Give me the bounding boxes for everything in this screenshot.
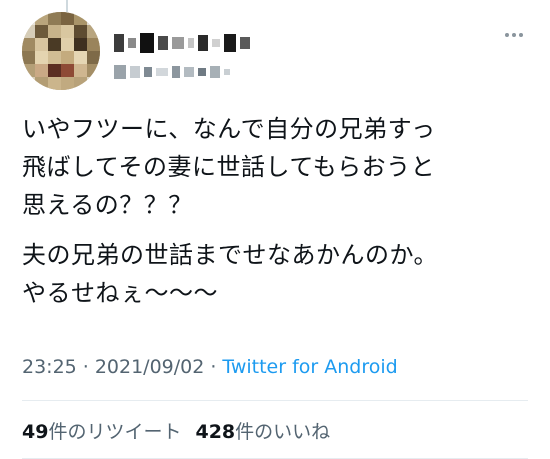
tweet-date[interactable]: 2021/09/02 — [95, 356, 205, 378]
tweet-paragraph: 夫の兄弟の世話までせなあかんのか。 やるせねぇ〜〜〜 — [22, 241, 439, 307]
tweet-stats: 49 件のリツイート 428 件のいいね — [22, 417, 330, 444]
more-horizontal-icon-dot — [512, 33, 516, 37]
likes-stat[interactable]: 428 件のいいね — [195, 417, 330, 444]
avatar-pixelated-image — [22, 12, 100, 90]
thread-connector-line — [66, 0, 68, 12]
tweet-source-link[interactable]: Twitter for Android — [222, 356, 397, 378]
avatar[interactable] — [22, 12, 100, 90]
retweet-count: 49 — [22, 421, 49, 443]
tweet-time[interactable]: 23:25 — [22, 356, 77, 378]
more-horizontal-icon — [505, 33, 509, 37]
retweets-stat[interactable]: 49 件のリツイート — [22, 417, 181, 444]
meta-separator: · — [82, 356, 89, 378]
tweet-paragraph: いやフツーに、なんで自分の兄弟すっ 飛ばしてその妻に世話してもらおうと 思えるの… — [22, 115, 436, 219]
more-options-button[interactable] — [500, 26, 528, 44]
retweet-label: 件のリツイート — [48, 421, 182, 443]
tweet-metadata: 23:25 · 2021/09/02 · Twitter for Android — [22, 356, 398, 378]
more-horizontal-icon-dot — [519, 33, 523, 37]
like-count: 428 — [195, 421, 236, 443]
like-label: 件のいいね — [235, 421, 331, 443]
display-name-redacted[interactable] — [114, 32, 250, 54]
tweet-header — [22, 12, 528, 92]
divider — [22, 400, 528, 401]
tweet-body: いやフツーに、なんで自分の兄弟すっ 飛ばしてその妻に世話してもらおうと 思えるの… — [22, 110, 532, 312]
username-handle-redacted[interactable] — [114, 64, 230, 80]
meta-separator: · — [210, 356, 217, 378]
